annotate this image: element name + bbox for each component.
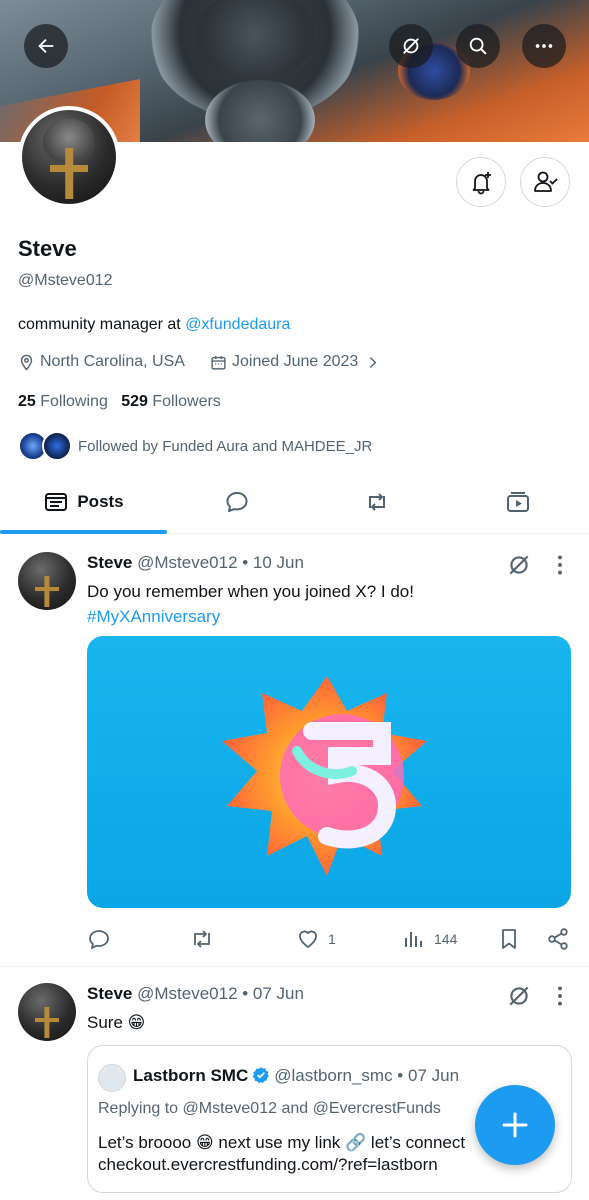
verified-badge-icon xyxy=(252,1067,270,1084)
profile-name: Steve xyxy=(18,236,77,261)
follower-avatar xyxy=(42,431,72,461)
views-chart-icon xyxy=(405,932,422,947)
quoted-author-name: Lastborn SMC xyxy=(133,1066,249,1085)
posts-icon xyxy=(45,493,68,511)
post-header: Steve @Msteve012 • 07 Jun xyxy=(87,984,304,1004)
calendar-icon xyxy=(211,355,226,370)
search-button[interactable] xyxy=(456,24,500,68)
share-icon xyxy=(548,928,568,950)
post-more-icon[interactable] xyxy=(547,983,573,1009)
followed-by-text: Followed by Funded Aura and MAHDEE_JR xyxy=(78,437,373,455)
bio-mention-link[interactable]: @xfundedaura xyxy=(185,316,290,333)
profile-location: North Carolina, USA xyxy=(18,353,185,371)
tab-reposts[interactable] xyxy=(307,470,447,534)
grok-slash-icon xyxy=(403,38,419,54)
more-button[interactable] xyxy=(522,24,566,68)
post-text: Sure 😁 xyxy=(87,1013,146,1032)
search-icon xyxy=(469,37,487,55)
following-button[interactable] xyxy=(520,157,570,207)
bell-plus-icon xyxy=(472,172,491,195)
quoted-post-header: Lastborn SMC @lastborn_smc • 07 Jun xyxy=(133,1066,459,1086)
view-count: 144 xyxy=(434,931,458,947)
bookmark-icon xyxy=(502,929,516,949)
repost-button[interactable] xyxy=(190,927,214,951)
plus-icon xyxy=(502,1112,528,1138)
grok-slash-icon[interactable] xyxy=(506,983,532,1009)
tab-posts[interactable]: Posts xyxy=(0,470,167,534)
tab-posts-label: Posts xyxy=(77,492,124,511)
back-button[interactable] xyxy=(24,24,68,68)
tab-replies[interactable] xyxy=(167,470,307,534)
bio-text: community manager at xyxy=(18,316,186,333)
replies-icon xyxy=(226,492,248,512)
tab-media[interactable] xyxy=(447,470,589,534)
repost-icon xyxy=(194,930,210,948)
reposts-icon xyxy=(369,493,385,511)
location-pin-icon xyxy=(20,354,33,371)
quoted-author-avatar xyxy=(98,1064,126,1092)
user-check-icon xyxy=(534,171,558,192)
location-text: North Carolina, USA xyxy=(40,353,185,370)
post-hashtag[interactable]: #MyXAnniversary xyxy=(87,604,414,629)
profile-handle: @Msteve012 xyxy=(18,272,113,289)
profile-bio: community manager at @xfundedaura xyxy=(18,316,290,334)
post-media-image[interactable] xyxy=(87,636,571,908)
follow-counts: 25 Following 529 Followers xyxy=(18,393,221,411)
post-more-icon[interactable] xyxy=(547,552,573,578)
post-author-name[interactable]: Steve xyxy=(87,984,132,1003)
post-author-name[interactable]: Steve xyxy=(87,553,132,572)
post-author-avatar[interactable] xyxy=(18,552,76,610)
following-link[interactable]: 25 Following xyxy=(18,393,108,410)
views-button[interactable]: 144 xyxy=(402,927,457,951)
post-handle-date: @Msteve012 • 07 Jun xyxy=(137,984,304,1003)
media-icon xyxy=(507,492,529,512)
profile-tabs: Posts xyxy=(0,470,589,534)
grok-button[interactable] xyxy=(389,24,433,68)
quoted-replying-to: Replying to @Msteve012 and @EvercrestFun… xyxy=(98,1100,441,1117)
grok-slash-icon[interactable] xyxy=(506,552,532,578)
followers-link[interactable]: 529 Followers xyxy=(121,393,221,410)
compose-post-button[interactable] xyxy=(475,1085,555,1165)
reply-button[interactable] xyxy=(87,927,111,951)
anniversary-badge-image xyxy=(222,676,427,876)
profile-avatar[interactable] xyxy=(18,106,120,208)
heart-icon xyxy=(299,930,317,948)
bookmark-button[interactable] xyxy=(497,927,521,951)
post-divider xyxy=(0,966,589,967)
joined-text: Joined June 2023 xyxy=(232,353,359,370)
share-button[interactable] xyxy=(546,927,570,951)
reply-icon xyxy=(89,930,109,949)
profile-joined[interactable]: Joined June 2023 xyxy=(210,353,381,371)
quoted-handle-date: @lastborn_smc • 07 Jun xyxy=(274,1066,460,1085)
more-dots-icon xyxy=(535,44,553,48)
like-count: 1 xyxy=(328,931,336,947)
arrow-left-icon xyxy=(38,38,54,54)
post-author-avatar[interactable] xyxy=(18,983,76,1041)
notifications-button[interactable] xyxy=(456,157,506,207)
post-header: Steve @Msteve012 • 10 Jun xyxy=(87,553,304,573)
active-tab-indicator xyxy=(0,530,167,534)
post-text: Do you remember when you joined X? I do!… xyxy=(87,579,414,629)
post-handle-date: @Msteve012 • 10 Jun xyxy=(137,553,304,572)
like-button[interactable]: 1 xyxy=(296,927,336,951)
chevron-right-icon xyxy=(370,356,377,368)
followed-by[interactable]: Followed by Funded Aura and MAHDEE_JR xyxy=(18,431,372,461)
